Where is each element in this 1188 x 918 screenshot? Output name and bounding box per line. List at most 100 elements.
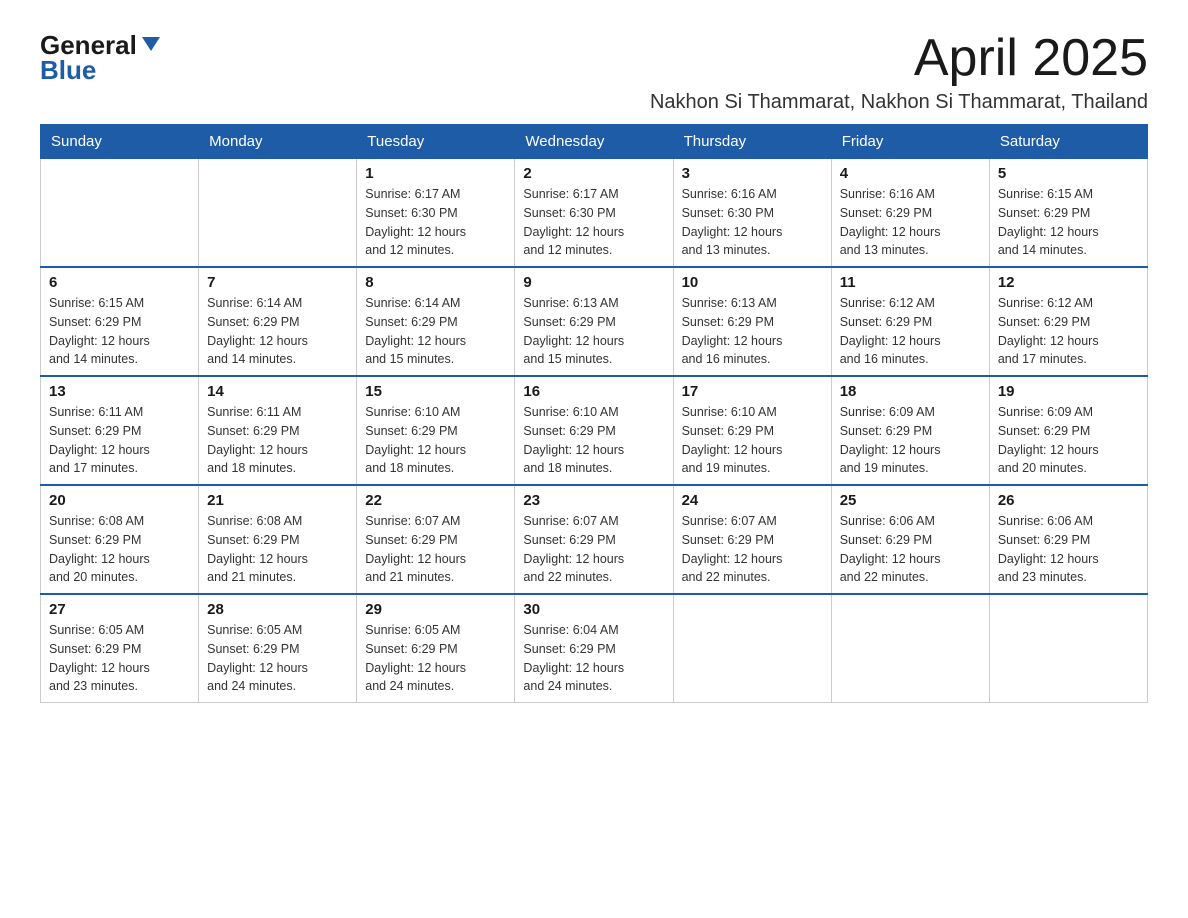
day-number: 5 — [998, 165, 1139, 182]
day-info: Sunrise: 6:04 AMSunset: 6:29 PMDaylight:… — [523, 621, 664, 696]
calendar-cell — [41, 159, 199, 268]
day-info: Sunrise: 6:16 AMSunset: 6:30 PMDaylight:… — [682, 185, 823, 260]
day-info: Sunrise: 6:14 AMSunset: 6:29 PMDaylight:… — [365, 294, 506, 369]
day-info: Sunrise: 6:07 AMSunset: 6:29 PMDaylight:… — [523, 512, 664, 587]
day-info: Sunrise: 6:09 AMSunset: 6:29 PMDaylight:… — [840, 403, 981, 478]
calendar-cell: 27 Sunrise: 6:05 AMSunset: 6:29 PMDayligh… — [41, 594, 199, 703]
day-info: Sunrise: 6:14 AMSunset: 6:29 PMDaylight:… — [207, 294, 348, 369]
day-number: 12 — [998, 274, 1139, 291]
calendar-cell — [199, 159, 357, 268]
day-info: Sunrise: 6:17 AMSunset: 6:30 PMDaylight:… — [523, 185, 664, 260]
calendar-cell: 4 Sunrise: 6:16 AMSunset: 6:29 PMDaylight… — [831, 159, 989, 268]
calendar-cell: 2Sunrise: 6:17 AMSunset: 6:30 PMDaylight… — [515, 159, 673, 268]
calendar-cell: 14 Sunrise: 6:11 AMSunset: 6:29 PMDayligh… — [199, 376, 357, 485]
day-number: 27 — [49, 601, 190, 618]
calendar-cell: 16 Sunrise: 6:10 AMSunset: 6:29 PMDayligh… — [515, 376, 673, 485]
day-number: 16 — [523, 383, 664, 400]
calendar-cell: 12 Sunrise: 6:12 AMSunset: 6:29 PMDayligh… — [989, 267, 1147, 376]
day-number: 30 — [523, 601, 664, 618]
calendar-header-monday: Monday — [199, 125, 357, 159]
day-number: 10 — [682, 274, 823, 291]
calendar-cell: 21 Sunrise: 6:08 AMSunset: 6:29 PMDayligh… — [199, 485, 357, 594]
day-info: Sunrise: 6:12 AMSunset: 6:29 PMDaylight:… — [840, 294, 981, 369]
day-number: 15 — [365, 383, 506, 400]
calendar-cell — [673, 594, 831, 703]
calendar-cell: 26 Sunrise: 6:06 AMSunset: 6:29 PMDayligh… — [989, 485, 1147, 594]
calendar-cell: 6 Sunrise: 6:15 AMSunset: 6:29 PMDaylight… — [41, 267, 199, 376]
day-number: 21 — [207, 492, 348, 509]
day-info: Sunrise: 6:08 AMSunset: 6:29 PMDaylight:… — [207, 512, 348, 587]
calendar-cell — [831, 594, 989, 703]
day-info: Sunrise: 6:05 AMSunset: 6:29 PMDaylight:… — [365, 621, 506, 696]
calendar-cell: 10 Sunrise: 6:13 AMSunset: 6:29 PMDayligh… — [673, 267, 831, 376]
day-info: Sunrise: 6:11 AMSunset: 6:29 PMDaylight:… — [207, 403, 348, 478]
day-info: Sunrise: 6:10 AMSunset: 6:29 PMDaylight:… — [523, 403, 664, 478]
calendar-cell: 22Sunrise: 6:07 AMSunset: 6:29 PMDayligh… — [357, 485, 515, 594]
day-info: Sunrise: 6:08 AMSunset: 6:29 PMDaylight:… — [49, 512, 190, 587]
day-info: Sunrise: 6:10 AMSunset: 6:29 PMDaylight:… — [365, 403, 506, 478]
day-number: 24 — [682, 492, 823, 509]
calendar-cell: 5 Sunrise: 6:15 AMSunset: 6:29 PMDaylight… — [989, 159, 1147, 268]
day-number: 28 — [207, 601, 348, 618]
calendar-week-row: 1 Sunrise: 6:17 AMSunset: 6:30 PMDaylight… — [41, 159, 1148, 268]
calendar-cell: 3 Sunrise: 6:16 AMSunset: 6:30 PMDaylight… — [673, 159, 831, 268]
day-number: 26 — [998, 492, 1139, 509]
calendar-cell: 11Sunrise: 6:12 AMSunset: 6:29 PMDayligh… — [831, 267, 989, 376]
day-info: Sunrise: 6:13 AMSunset: 6:29 PMDaylight:… — [682, 294, 823, 369]
logo-arrow-icon — [142, 37, 160, 51]
day-info: Sunrise: 6:05 AMSunset: 6:29 PMDaylight:… — [207, 621, 348, 696]
calendar-header-wednesday: Wednesday — [515, 125, 673, 159]
day-number: 23 — [523, 492, 664, 509]
location-title: Nakhon Si Thammarat, Nakhon Si Thammarat… — [650, 91, 1148, 114]
day-number: 29 — [365, 601, 506, 618]
calendar-cell: 19 Sunrise: 6:09 AMSunset: 6:29 PMDayligh… — [989, 376, 1147, 485]
day-info: Sunrise: 6:06 AMSunset: 6:29 PMDaylight:… — [998, 512, 1139, 587]
day-info: Sunrise: 6:15 AMSunset: 6:29 PMDaylight:… — [998, 185, 1139, 260]
calendar-header-saturday: Saturday — [989, 125, 1147, 159]
day-info: Sunrise: 6:07 AMSunset: 6:29 PMDaylight:… — [682, 512, 823, 587]
day-info: Sunrise: 6:17 AMSunset: 6:30 PMDaylight:… — [365, 185, 506, 260]
day-info: Sunrise: 6:10 AMSunset: 6:29 PMDaylight:… — [682, 403, 823, 478]
day-number: 22 — [365, 492, 506, 509]
day-info: Sunrise: 6:16 AMSunset: 6:29 PMDaylight:… — [840, 185, 981, 260]
calendar-cell: 15 Sunrise: 6:10 AMSunset: 6:29 PMDayligh… — [357, 376, 515, 485]
logo: General Blue — [40, 30, 160, 86]
calendar-cell: 13Sunrise: 6:11 AMSunset: 6:29 PMDayligh… — [41, 376, 199, 485]
calendar-week-row: 27 Sunrise: 6:05 AMSunset: 6:29 PMDayligh… — [41, 594, 1148, 703]
day-number: 20 — [49, 492, 190, 509]
calendar-cell: 7 Sunrise: 6:14 AMSunset: 6:29 PMDaylight… — [199, 267, 357, 376]
day-info: Sunrise: 6:12 AMSunset: 6:29 PMDaylight:… — [998, 294, 1139, 369]
day-info: Sunrise: 6:09 AMSunset: 6:29 PMDaylight:… — [998, 403, 1139, 478]
calendar-cell: 30 Sunrise: 6:04 AMSunset: 6:29 PMDayligh… — [515, 594, 673, 703]
calendar-header-friday: Friday — [831, 125, 989, 159]
day-info: Sunrise: 6:06 AMSunset: 6:29 PMDaylight:… — [840, 512, 981, 587]
day-number: 6 — [49, 274, 190, 291]
day-number: 19 — [998, 383, 1139, 400]
calendar-header-thursday: Thursday — [673, 125, 831, 159]
day-number: 3 — [682, 165, 823, 182]
calendar-cell: 28 Sunrise: 6:05 AMSunset: 6:29 PMDayligh… — [199, 594, 357, 703]
day-number: 1 — [365, 165, 506, 182]
calendar-header-sunday: Sunday — [41, 125, 199, 159]
calendar-week-row: 20 Sunrise: 6:08 AMSunset: 6:29 PMDayligh… — [41, 485, 1148, 594]
calendar-cell: 20 Sunrise: 6:08 AMSunset: 6:29 PMDayligh… — [41, 485, 199, 594]
logo-blue-text: Blue — [40, 55, 160, 86]
day-number: 4 — [840, 165, 981, 182]
calendar-cell: 9Sunrise: 6:13 AMSunset: 6:29 PMDaylight… — [515, 267, 673, 376]
calendar-cell: 8Sunrise: 6:14 AMSunset: 6:29 PMDaylight… — [357, 267, 515, 376]
calendar-table: SundayMondayTuesdayWednesdayThursdayFrid… — [40, 124, 1148, 703]
day-number: 9 — [523, 274, 664, 291]
day-number: 17 — [682, 383, 823, 400]
day-number: 7 — [207, 274, 348, 291]
calendar-cell: 1 Sunrise: 6:17 AMSunset: 6:30 PMDaylight… — [357, 159, 515, 268]
calendar-cell — [989, 594, 1147, 703]
calendar-week-row: 13Sunrise: 6:11 AMSunset: 6:29 PMDayligh… — [41, 376, 1148, 485]
month-title: April 2025 — [650, 30, 1148, 87]
calendar-cell: 18Sunrise: 6:09 AMSunset: 6:29 PMDayligh… — [831, 376, 989, 485]
day-number: 14 — [207, 383, 348, 400]
calendar-cell: 29 Sunrise: 6:05 AMSunset: 6:29 PMDayligh… — [357, 594, 515, 703]
day-info: Sunrise: 6:05 AMSunset: 6:29 PMDaylight:… — [49, 621, 190, 696]
day-info: Sunrise: 6:15 AMSunset: 6:29 PMDaylight:… — [49, 294, 190, 369]
calendar-header-tuesday: Tuesday — [357, 125, 515, 159]
title-area: April 2025 Nakhon Si Thammarat, Nakhon S… — [650, 30, 1148, 114]
